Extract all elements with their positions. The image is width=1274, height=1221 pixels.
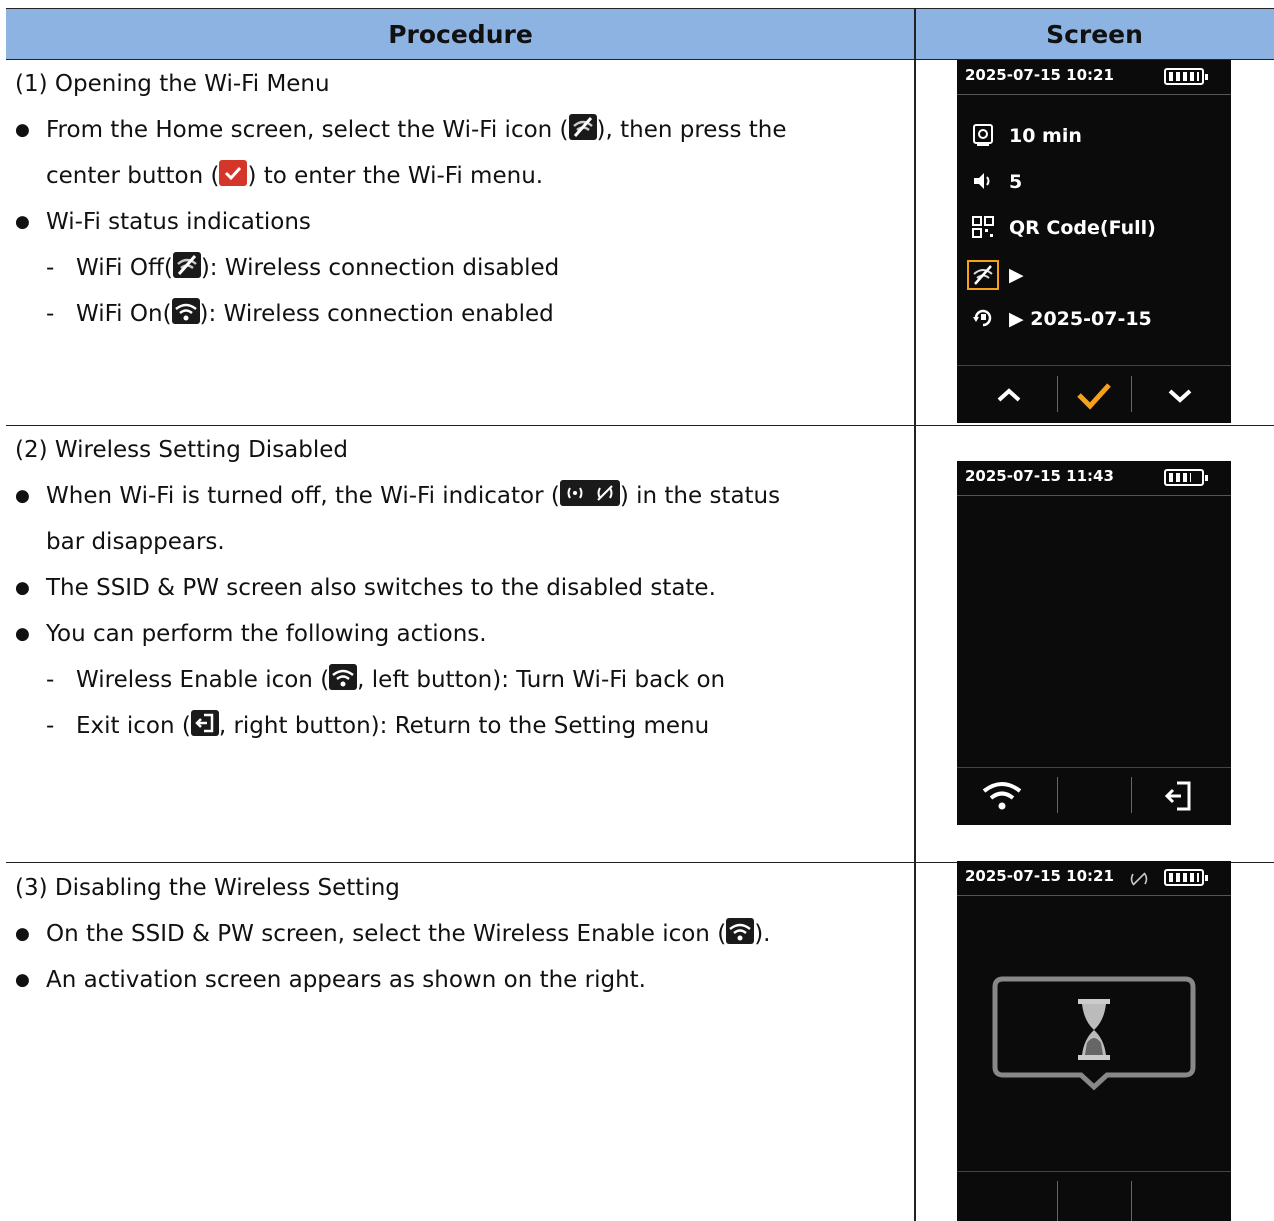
section-title: (2) Wireless Setting Disabled (15, 437, 349, 463)
bullet-item: Wi-Fi status indications (15, 199, 895, 245)
wireless-enable-button[interactable] (967, 773, 1037, 818)
divider (957, 895, 1231, 896)
down-button[interactable] (1145, 372, 1215, 417)
text: Exit icon ( (76, 713, 191, 739)
menu-label: 10 min (1009, 125, 1082, 147)
menu-item-wifi-selected[interactable]: ▶ (967, 260, 1024, 290)
bullet-item: On the SSID & PW screen, select the Wire… (15, 911, 895, 957)
column-divider (914, 9, 916, 1221)
text: On the SSID & PW screen, select the Wire… (46, 921, 727, 947)
dash-item: - WiFi Off(): Wireless connection disable… (15, 245, 895, 291)
divider (1131, 376, 1132, 412)
wifi-on-icon (329, 664, 358, 690)
menu-label: QR Code(Full) (1009, 217, 1156, 239)
text: ). (754, 921, 771, 947)
text: From the Home screen, select the Wi-Fi i… (46, 117, 569, 143)
arrow-right-icon: ▶ (1009, 308, 1031, 330)
text: , right button): Return to the Setting m… (218, 713, 710, 739)
menu-item-date[interactable]: ▶ 2025-07-15 (971, 306, 1152, 336)
section-2: (2) Wireless Setting Disabled When Wi-Fi… (15, 427, 895, 749)
exit-icon (190, 710, 219, 736)
status-datetime: 2025-07-15 10:21 (965, 66, 1114, 84)
text: WiFi On( (76, 301, 172, 327)
text: Wireless Enable icon ( (76, 667, 330, 693)
wifi-off-icon (172, 252, 201, 278)
date-sync-icon (971, 306, 995, 330)
menu-label: 5 (1009, 171, 1023, 193)
divider (1057, 376, 1058, 412)
device-screen-wireless-disabled: 2025-07-15 11:43 (957, 461, 1231, 825)
arrow-right-icon: ▶ (1009, 264, 1024, 286)
text: ) to enter the Wi-Fi menu. (247, 163, 544, 189)
divider (1131, 777, 1132, 813)
text: ) in the status (619, 483, 781, 509)
wifi-off-icon (568, 114, 597, 140)
header-procedure: Procedure (388, 20, 533, 49)
table-header: Procedure Screen (6, 9, 1274, 60)
dash-item: - Exit icon (, right button): Return to t… (15, 703, 895, 749)
menu-item-qr[interactable]: QR Code(Full) (971, 215, 1156, 245)
menu-item-volume[interactable]: 5 (971, 169, 1022, 199)
section-title: (3) Disabling the Wireless Setting (15, 875, 400, 901)
device-screen-activation: 2025-07-15 10:21 (957, 861, 1231, 1221)
device-screen-settings: 2025-07-15 10:21 10 min 5 QR Code(Full) … (957, 60, 1231, 423)
battery-icon (1164, 869, 1208, 886)
bullet-continuation: bar disappears. (46, 529, 225, 555)
text: , left button): Turn Wi-Fi back on (357, 667, 726, 693)
wifi-on-icon (171, 298, 200, 324)
bullet-item: When Wi-Fi is turned off, the Wi-Fi indi… (15, 473, 895, 519)
divider (1057, 777, 1058, 813)
bullet-item: From the Home screen, select the Wi-Fi i… (15, 107, 895, 153)
divider (957, 495, 1231, 496)
text: ): Wireless connection disabled (200, 255, 560, 281)
header-screen: Screen (1046, 20, 1143, 49)
divider (1057, 1181, 1058, 1221)
bullet-continuation: center button ( ) to enter the Wi-Fi menu… (15, 153, 895, 199)
center-button-check-icon (219, 160, 248, 186)
divider (1131, 1181, 1132, 1221)
wifi-indicator-icon (559, 480, 620, 506)
menu-label: 2025-07-15 (1030, 308, 1152, 330)
speaker-icon (971, 169, 995, 193)
bullet-item: The SSID & PW screen also switches to th… (15, 565, 895, 611)
battery-icon (1164, 68, 1208, 85)
status-datetime: 2025-07-15 10:21 (965, 867, 1114, 885)
text: ): Wireless connection enabled (199, 301, 554, 327)
hourglass-icon (1078, 999, 1110, 1060)
section-3: (3) Disabling the Wireless Setting On th… (15, 865, 895, 1003)
wifi-indicator-icon (1127, 870, 1151, 888)
menu-item-timeout[interactable]: 10 min (971, 123, 1082, 153)
text: When Wi-Fi is turned off, the Wi-Fi indi… (46, 483, 560, 509)
bullet-item: You can perform the following actions. (15, 611, 895, 657)
loading-popup (991, 975, 1197, 1117)
text: center button ( (46, 163, 220, 189)
exit-button[interactable] (1145, 773, 1215, 818)
section-title: (1) Opening the Wi-Fi Menu (15, 71, 330, 97)
confirm-button[interactable] (1059, 372, 1129, 417)
up-button[interactable] (974, 372, 1044, 417)
qr-code-icon (971, 215, 995, 239)
battery-icon (1164, 469, 1208, 486)
status-datetime: 2025-07-15 11:43 (965, 467, 1114, 485)
dash-item: - Wireless Enable icon (, left button): T… (15, 657, 895, 703)
wifi-off-icon (967, 260, 999, 290)
text: WiFi Off( (76, 255, 173, 281)
timer-icon (971, 123, 995, 147)
divider (957, 767, 1231, 768)
dash-item: - WiFi On(): Wireless connection enabled (15, 291, 895, 337)
divider (957, 1171, 1231, 1172)
row-divider (6, 425, 1274, 426)
divider (957, 94, 1231, 95)
text: ), then press the (596, 117, 787, 143)
section-1: (1) Opening the Wi-Fi Menu From the Home… (15, 61, 895, 337)
divider (957, 365, 1231, 366)
wifi-on-icon (726, 918, 755, 944)
bullet-item: An activation screen appears as shown on… (15, 957, 895, 1003)
